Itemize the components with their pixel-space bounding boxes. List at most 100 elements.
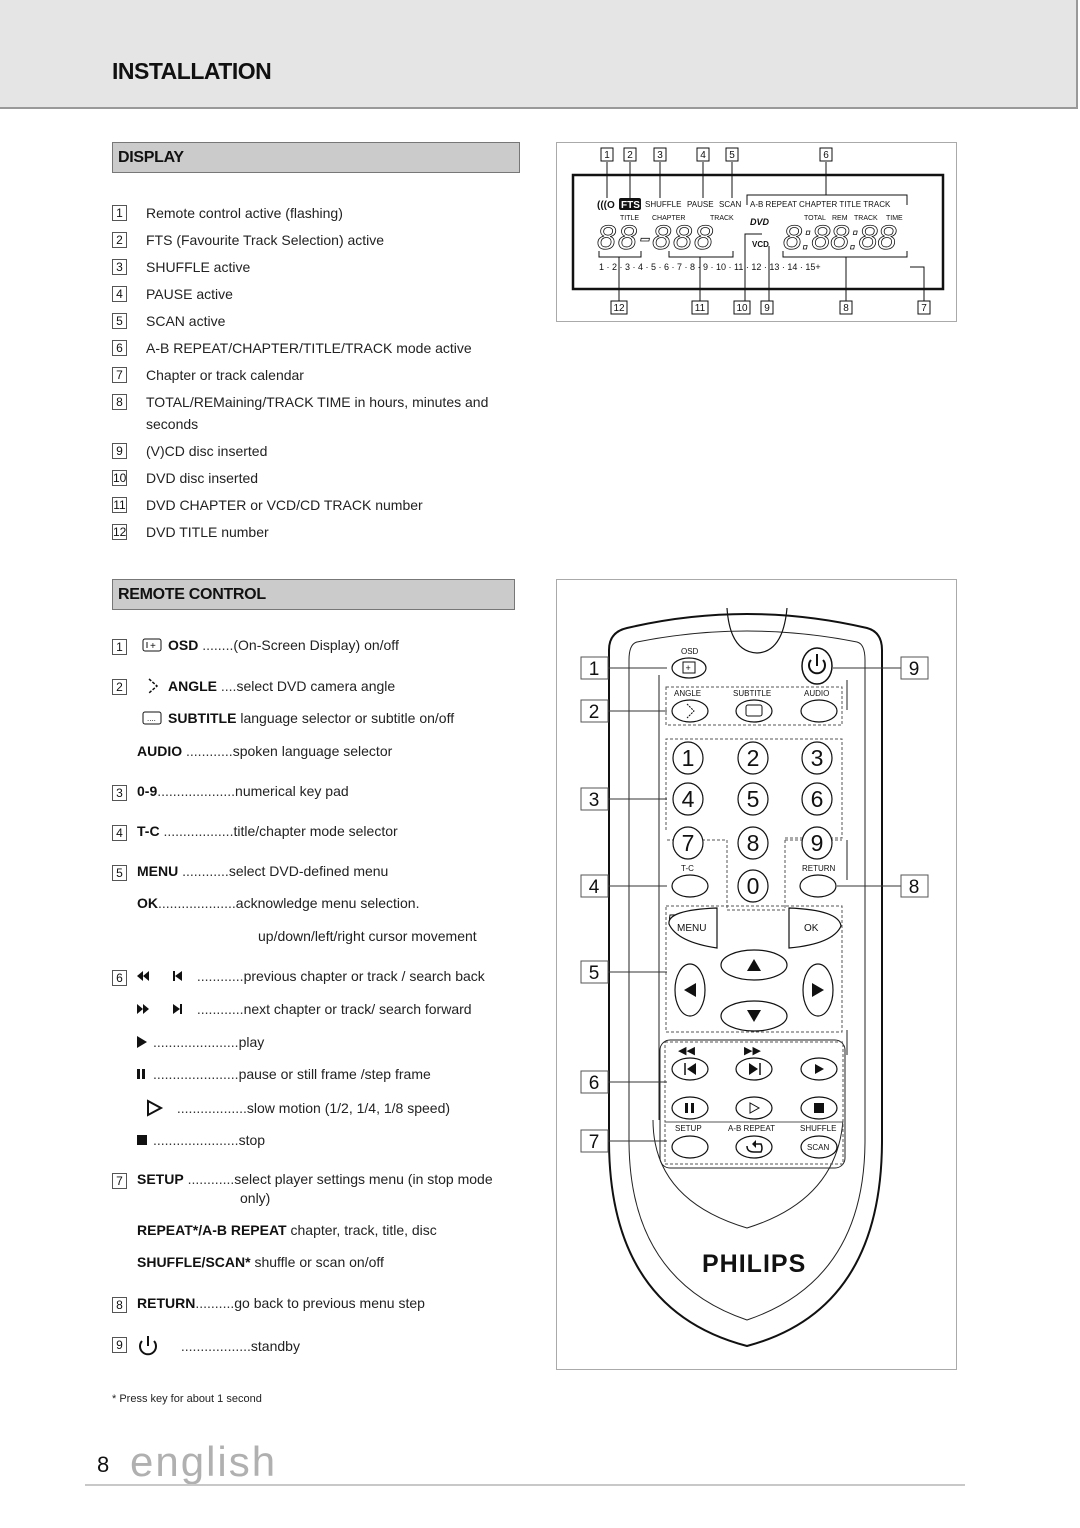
bottom-callouts: 12 11 10 9 8 7 (610, 300, 931, 315)
remote-legend-row: ............next chapter or track/ searc… (137, 1001, 472, 1018)
remote-legend-row: ......................stop (137, 1132, 265, 1149)
slow-icon (137, 1099, 167, 1120)
digit-key-0[interactable]: 0 (737, 869, 769, 903)
svg-text:7: 7 (682, 830, 695, 856)
ab-repeat-button[interactable] (735, 1135, 773, 1159)
legend-text: SCAN active (146, 313, 226, 329)
slow-motion-button[interactable] (735, 1096, 773, 1120)
digit-key-6[interactable]: 6 (801, 782, 833, 816)
svg-text:6: 6 (823, 150, 829, 161)
svg-text:5: 5 (747, 786, 760, 812)
key-description: up/down/left/right cursor movement (258, 928, 477, 944)
key-description: stop (238, 1132, 266, 1148)
leader-dots: .................... (157, 783, 236, 799)
legend-text: SHUFFLE active (146, 259, 251, 275)
audio-label: AUDIO (804, 689, 829, 698)
svg-text:1: 1 (589, 659, 600, 680)
legend-number: 5 (112, 313, 127, 329)
legend-text: PAUSE active (146, 286, 233, 302)
return-button[interactable] (799, 874, 837, 898)
digit-key-7[interactable]: 7 (672, 826, 704, 860)
next-button[interactable] (735, 1057, 773, 1081)
fast-forward-icon: ▶▶ (744, 1045, 761, 1057)
legend-number: 3 (112, 259, 127, 275)
key-description: play (238, 1034, 265, 1050)
left-arrow-button[interactable] (674, 963, 706, 1017)
pause-icon (137, 1067, 147, 1083)
audio-button[interactable] (800, 699, 838, 723)
osd-button[interactable]: + (671, 657, 707, 679)
remote-legend-row: 0-9....................numerical key pad (137, 783, 349, 799)
digit-key-4[interactable]: 4 (672, 782, 704, 816)
mode-indicator: A-B REPEAT CHAPTER TITLE TRACK (750, 200, 891, 209)
page-header: INSTALLATION (0, 0, 1078, 109)
legend-number: 6 (112, 970, 127, 986)
leader-dots: ............ (193, 1001, 244, 1017)
up-arrow-button[interactable] (720, 949, 788, 981)
key-name: SUBTITLE (168, 710, 237, 726)
digit-key-5[interactable]: 5 (737, 782, 769, 816)
key-name: OK (137, 895, 158, 911)
legend-number: 7 (112, 367, 127, 383)
key-name: OSD (168, 637, 199, 653)
legend-number: 4 (112, 286, 127, 302)
angle-button[interactable] (671, 699, 709, 723)
remote-section-title: REMOTE CONTROL (112, 579, 515, 610)
power-button[interactable] (801, 647, 833, 685)
pause-indicator: PAUSE (687, 200, 714, 209)
svg-text:6: 6 (589, 1073, 600, 1094)
setup-label: SETUP (675, 1124, 702, 1133)
key-description: pause or still frame /step frame (238, 1066, 431, 1082)
svg-text:0: 0 (747, 873, 760, 899)
legend-number: 6 (112, 340, 127, 356)
legend-number: 7 (112, 1173, 127, 1189)
tc-button[interactable] (671, 874, 709, 898)
right-arrow-button[interactable] (802, 963, 834, 1017)
osd-label: OSD (681, 647, 699, 656)
key-name: RETURN (137, 1295, 196, 1311)
remote-legend-row: AUDIO ............spoken language select… (137, 743, 392, 759)
play-button[interactable] (800, 1057, 838, 1081)
callout-box: 1 (600, 147, 614, 162)
callout-box: 6 (580, 1070, 667, 1094)
legend-text: DVD disc inserted (146, 470, 259, 486)
leader-dots: .... (217, 678, 237, 695)
key-description: select DVD-defined menu (228, 863, 389, 879)
pause-button[interactable] (671, 1096, 709, 1120)
legend-text: Chapter or track calendar (146, 367, 304, 383)
digit-key-1[interactable]: 1 (672, 741, 704, 775)
legend-text-continued: seconds (146, 416, 199, 432)
subtitle-button[interactable] (735, 699, 773, 723)
callout-box: 11 (691, 300, 709, 315)
legend-number: 8 (112, 394, 127, 410)
callout-box: 9 (833, 656, 929, 680)
digit-key-2[interactable]: 2 (737, 741, 769, 775)
setup-button[interactable] (671, 1135, 709, 1159)
subtitle-icon: .... (142, 711, 162, 728)
digit-key-3[interactable]: 3 (801, 741, 833, 775)
key-description-continued: only) (240, 1190, 271, 1206)
stop-button[interactable] (800, 1096, 838, 1120)
key-description: acknowledge menu selection. (235, 895, 420, 911)
leader-dots: ............ (182, 743, 233, 759)
remote-legend-row: MENU ............select DVD-defined menu (137, 863, 388, 879)
remote-legend-row: RETURN..........go back to previous menu… (137, 1295, 425, 1311)
previous-button[interactable] (671, 1057, 709, 1081)
footnote: * Press key for about 1 second (112, 1393, 262, 1405)
key-description: title/chapter mode selector (233, 823, 398, 839)
page-number: 8 (97, 1452, 110, 1477)
menu-label: MENU (677, 923, 706, 934)
shuffle-indicator: SHUFFLE (645, 200, 681, 209)
key-description: select player settings menu (in stop mod… (234, 1171, 493, 1187)
remote-legend-row: SHUFFLE/SCAN* shuffle or scan on/off (137, 1254, 384, 1270)
legend-number: 12 (112, 524, 127, 540)
callout-box: 12 (610, 300, 628, 315)
digit-key-9[interactable]: 9 (801, 826, 833, 860)
fts-indicator: FTS (621, 200, 640, 211)
down-arrow-button[interactable] (720, 1000, 788, 1032)
svg-text:5: 5 (729, 150, 735, 161)
digit-key-8[interactable]: 8 (737, 826, 769, 860)
callout-box: 5 (725, 147, 739, 162)
key-name: MENU (137, 863, 179, 879)
callout-box: 9 (760, 300, 774, 315)
